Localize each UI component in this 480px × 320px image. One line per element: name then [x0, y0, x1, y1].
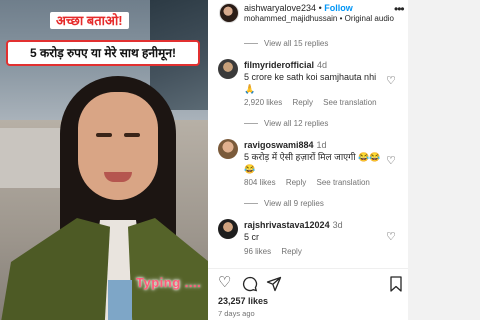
comment-likes[interactable]: 804 likes [244, 178, 276, 187]
bookmark-icon[interactable] [390, 274, 402, 297]
view-replies-link[interactable]: View all 12 replies [244, 119, 328, 128]
heart-icon[interactable]: ♡ [386, 76, 396, 87]
see-translation-link[interactable]: See translation [317, 178, 370, 187]
reel-video[interactable]: अच्छा बताओ! 5 करोड़ रुपए या मेरे साथ हनी… [0, 0, 208, 320]
video-caption-top: अच्छा बताओ! [50, 12, 129, 29]
action-bar: ♡ [208, 274, 408, 294]
share-icon[interactable] [266, 274, 282, 297]
comment-likes[interactable]: 96 likes [244, 247, 271, 256]
commenter-avatar[interactable] [218, 139, 238, 159]
post-timestamp: 7 days ago [218, 309, 255, 318]
comment-username[interactable]: filmyriderofficial [244, 60, 314, 70]
more-horizontal-icon[interactable]: ••• [394, 2, 405, 16]
divider [208, 268, 408, 269]
comment-icon[interactable] [242, 274, 258, 297]
post-header: aishwaryalove234 • Follow mohammed_majid… [208, 0, 408, 27]
comments-panel: aishwaryalove234 • Follow mohammed_majid… [208, 0, 408, 320]
comment-likes[interactable]: 2,920 likes [244, 98, 282, 107]
page-background [408, 0, 480, 320]
commenter-avatar[interactable] [218, 219, 238, 239]
see-translation-link[interactable]: See translation [323, 98, 376, 107]
comment-username[interactable]: rajshrivastava12024 [244, 220, 330, 230]
reply-link[interactable]: Reply [286, 178, 306, 187]
reply-link[interactable]: Reply [281, 247, 301, 256]
view-replies-link[interactable]: View all 15 replies [244, 39, 328, 48]
comment-time: 3d [332, 220, 343, 230]
view-replies-link[interactable]: View all 9 replies [244, 199, 324, 208]
reply-link[interactable]: Reply [292, 98, 312, 107]
share-icon-graphic [266, 276, 282, 292]
comment-header: filmyriderofficial 4d [244, 60, 327, 70]
comment-text: 5 करोड़ में ऐसी हज़ारों मिल जाएगी 😂😂😂 [244, 152, 381, 174]
video-caption-main: 5 करोड़ रुपए या मेरे साथ हनीमून! [6, 40, 200, 66]
follow-button[interactable]: Follow [324, 3, 353, 13]
heart-icon[interactable]: ♡ [218, 274, 231, 292]
bookmark-icon-graphic [390, 276, 402, 292]
comment-icon-graphic [242, 276, 258, 292]
header-separator: • [318, 3, 322, 13]
comment-header: ravigoswami884 1d [244, 140, 327, 150]
video-overlay-typing: Typing .... [136, 275, 202, 290]
comment-meta: 2,920 likes Reply See translation [244, 98, 385, 107]
heart-icon[interactable]: ♡ [386, 232, 396, 243]
comment-username[interactable]: ravigoswami884 [244, 140, 314, 150]
post-likes-count[interactable]: 23,257 likes [218, 296, 268, 306]
person-eye-left [96, 133, 112, 137]
commenter-avatar[interactable] [218, 59, 238, 79]
comment-meta: 96 likes Reply [244, 247, 310, 256]
person-eye-right [124, 133, 140, 137]
comment-meta: 804 likes Reply See translation [244, 178, 378, 187]
comment-text: 5 crore ke sath koi samjhauta nhi 🙏 [244, 72, 377, 94]
author-line: aishwaryalove234 • Follow [244, 3, 353, 13]
heart-icon[interactable]: ♡ [386, 156, 396, 167]
comment-header: rajshrivastava12024 3d [244, 220, 343, 230]
comment-time: 1d [316, 140, 327, 150]
author-avatar[interactable] [219, 3, 239, 23]
author-username[interactable]: aishwaryalove234 [244, 3, 316, 13]
comment-text: 5 cr [244, 232, 260, 242]
person-inner-shirt [108, 280, 132, 320]
audio-label[interactable]: mohammed_majidhussain • Original audio [244, 14, 394, 23]
person-face [78, 92, 158, 200]
comment-time: 4d [317, 60, 328, 70]
